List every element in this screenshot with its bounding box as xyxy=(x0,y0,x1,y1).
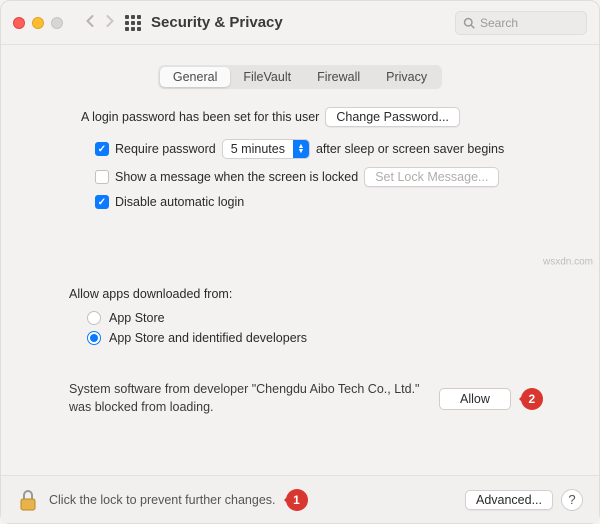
require-password-checkbox[interactable] xyxy=(95,142,109,156)
disable-auto-login-row: Disable automatic login xyxy=(95,195,555,209)
watermark-text: wsxdn.com xyxy=(543,257,593,268)
chevron-updown-icon: ▲▼ xyxy=(293,140,309,158)
help-button[interactable]: ? xyxy=(561,489,583,511)
tab-filevault[interactable]: FileVault xyxy=(230,67,304,87)
after-sleep-label: after sleep or screen saver begins xyxy=(316,142,504,156)
password-set-label: A login password has been set for this u… xyxy=(81,110,319,124)
annotation-marker-1: 1 xyxy=(286,489,308,511)
search-placeholder: Search xyxy=(480,16,518,30)
disable-auto-login-label: Disable automatic login xyxy=(115,195,244,209)
tab-segments: General FileVault Firewall Privacy xyxy=(158,65,442,89)
lock-icon[interactable] xyxy=(17,487,39,513)
allow-appstore-row: App Store xyxy=(87,311,555,325)
allow-identified-row: App Store and identified developers xyxy=(87,331,555,345)
allow-identified-label: App Store and identified developers xyxy=(109,331,307,345)
show-message-checkbox[interactable] xyxy=(95,170,109,184)
window-controls xyxy=(13,17,63,29)
show-message-row: Show a message when the screen is locked… xyxy=(95,167,555,187)
prefs-window: Security & Privacy Search General FileVa… xyxy=(0,0,600,524)
blocked-software-row: System software from developer "Chengdu … xyxy=(69,381,555,416)
allow-button[interactable]: Allow xyxy=(439,388,511,410)
close-window-icon[interactable] xyxy=(13,17,25,29)
advanced-button[interactable]: Advanced... xyxy=(465,490,553,510)
set-lock-message-button: Set Lock Message... xyxy=(364,167,499,187)
search-icon xyxy=(463,17,475,29)
search-input[interactable]: Search xyxy=(455,11,587,35)
show-message-label: Show a message when the screen is locked xyxy=(115,170,358,184)
lock-hint-text: Click the lock to prevent further change… xyxy=(49,493,276,507)
footer-bar: Click the lock to prevent further change… xyxy=(1,475,599,523)
allow-apps-heading: Allow apps downloaded from: xyxy=(69,287,555,301)
disable-auto-login-checkbox[interactable] xyxy=(95,195,109,209)
blocked-software-text: System software from developer "Chengdu … xyxy=(69,381,429,416)
show-all-icon[interactable] xyxy=(125,15,141,31)
zoom-window-icon xyxy=(51,17,63,29)
tab-firewall[interactable]: Firewall xyxy=(304,67,373,87)
allow-identified-radio[interactable] xyxy=(87,331,101,345)
tab-general[interactable]: General xyxy=(160,67,230,87)
tab-privacy[interactable]: Privacy xyxy=(373,67,440,87)
minimize-window-icon[interactable] xyxy=(32,17,44,29)
annotation-marker-2: 2 xyxy=(521,388,543,410)
tab-bar: General FileVault Firewall Privacy xyxy=(1,65,599,89)
require-password-row: Require password 5 minutes ▲▼ after slee… xyxy=(95,139,555,159)
require-password-label: Require password xyxy=(115,142,216,156)
back-button[interactable] xyxy=(81,13,100,33)
allow-appstore-radio[interactable] xyxy=(87,311,101,325)
change-password-button[interactable]: Change Password... xyxy=(325,107,460,127)
allow-appstore-label: App Store xyxy=(109,311,165,325)
titlebar: Security & Privacy Search xyxy=(1,1,599,45)
general-pane: A login password has been set for this u… xyxy=(1,107,599,416)
password-set-row: A login password has been set for this u… xyxy=(81,107,555,127)
require-password-delay-select[interactable]: 5 minutes ▲▼ xyxy=(222,139,310,159)
page-title: Security & Privacy xyxy=(151,14,283,31)
forward-button[interactable] xyxy=(100,13,119,33)
delay-value: 5 minutes xyxy=(231,142,285,156)
